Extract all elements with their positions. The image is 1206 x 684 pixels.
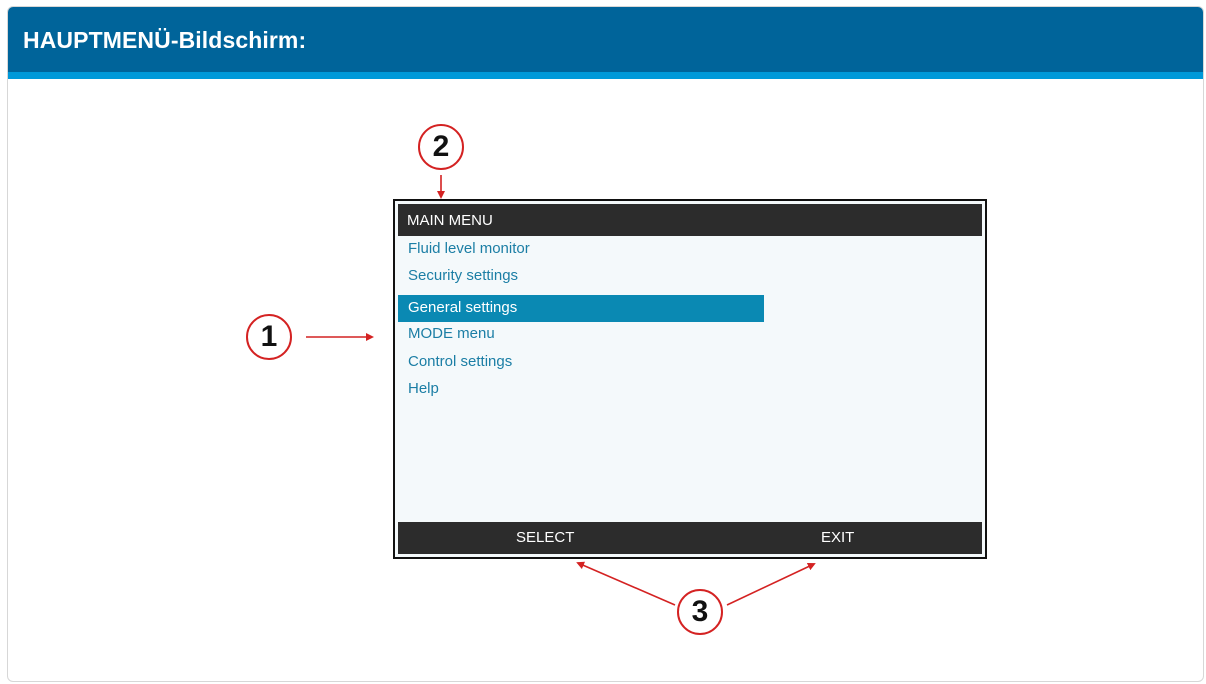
arrow-callout-3-exit [726, 562, 816, 606]
callout-3: 3 [677, 589, 723, 635]
arrow-callout-3-select [576, 561, 676, 606]
callout-1: 1 [246, 314, 292, 360]
annotation-arrows [306, 175, 816, 606]
callout-2: 2 [418, 124, 464, 170]
